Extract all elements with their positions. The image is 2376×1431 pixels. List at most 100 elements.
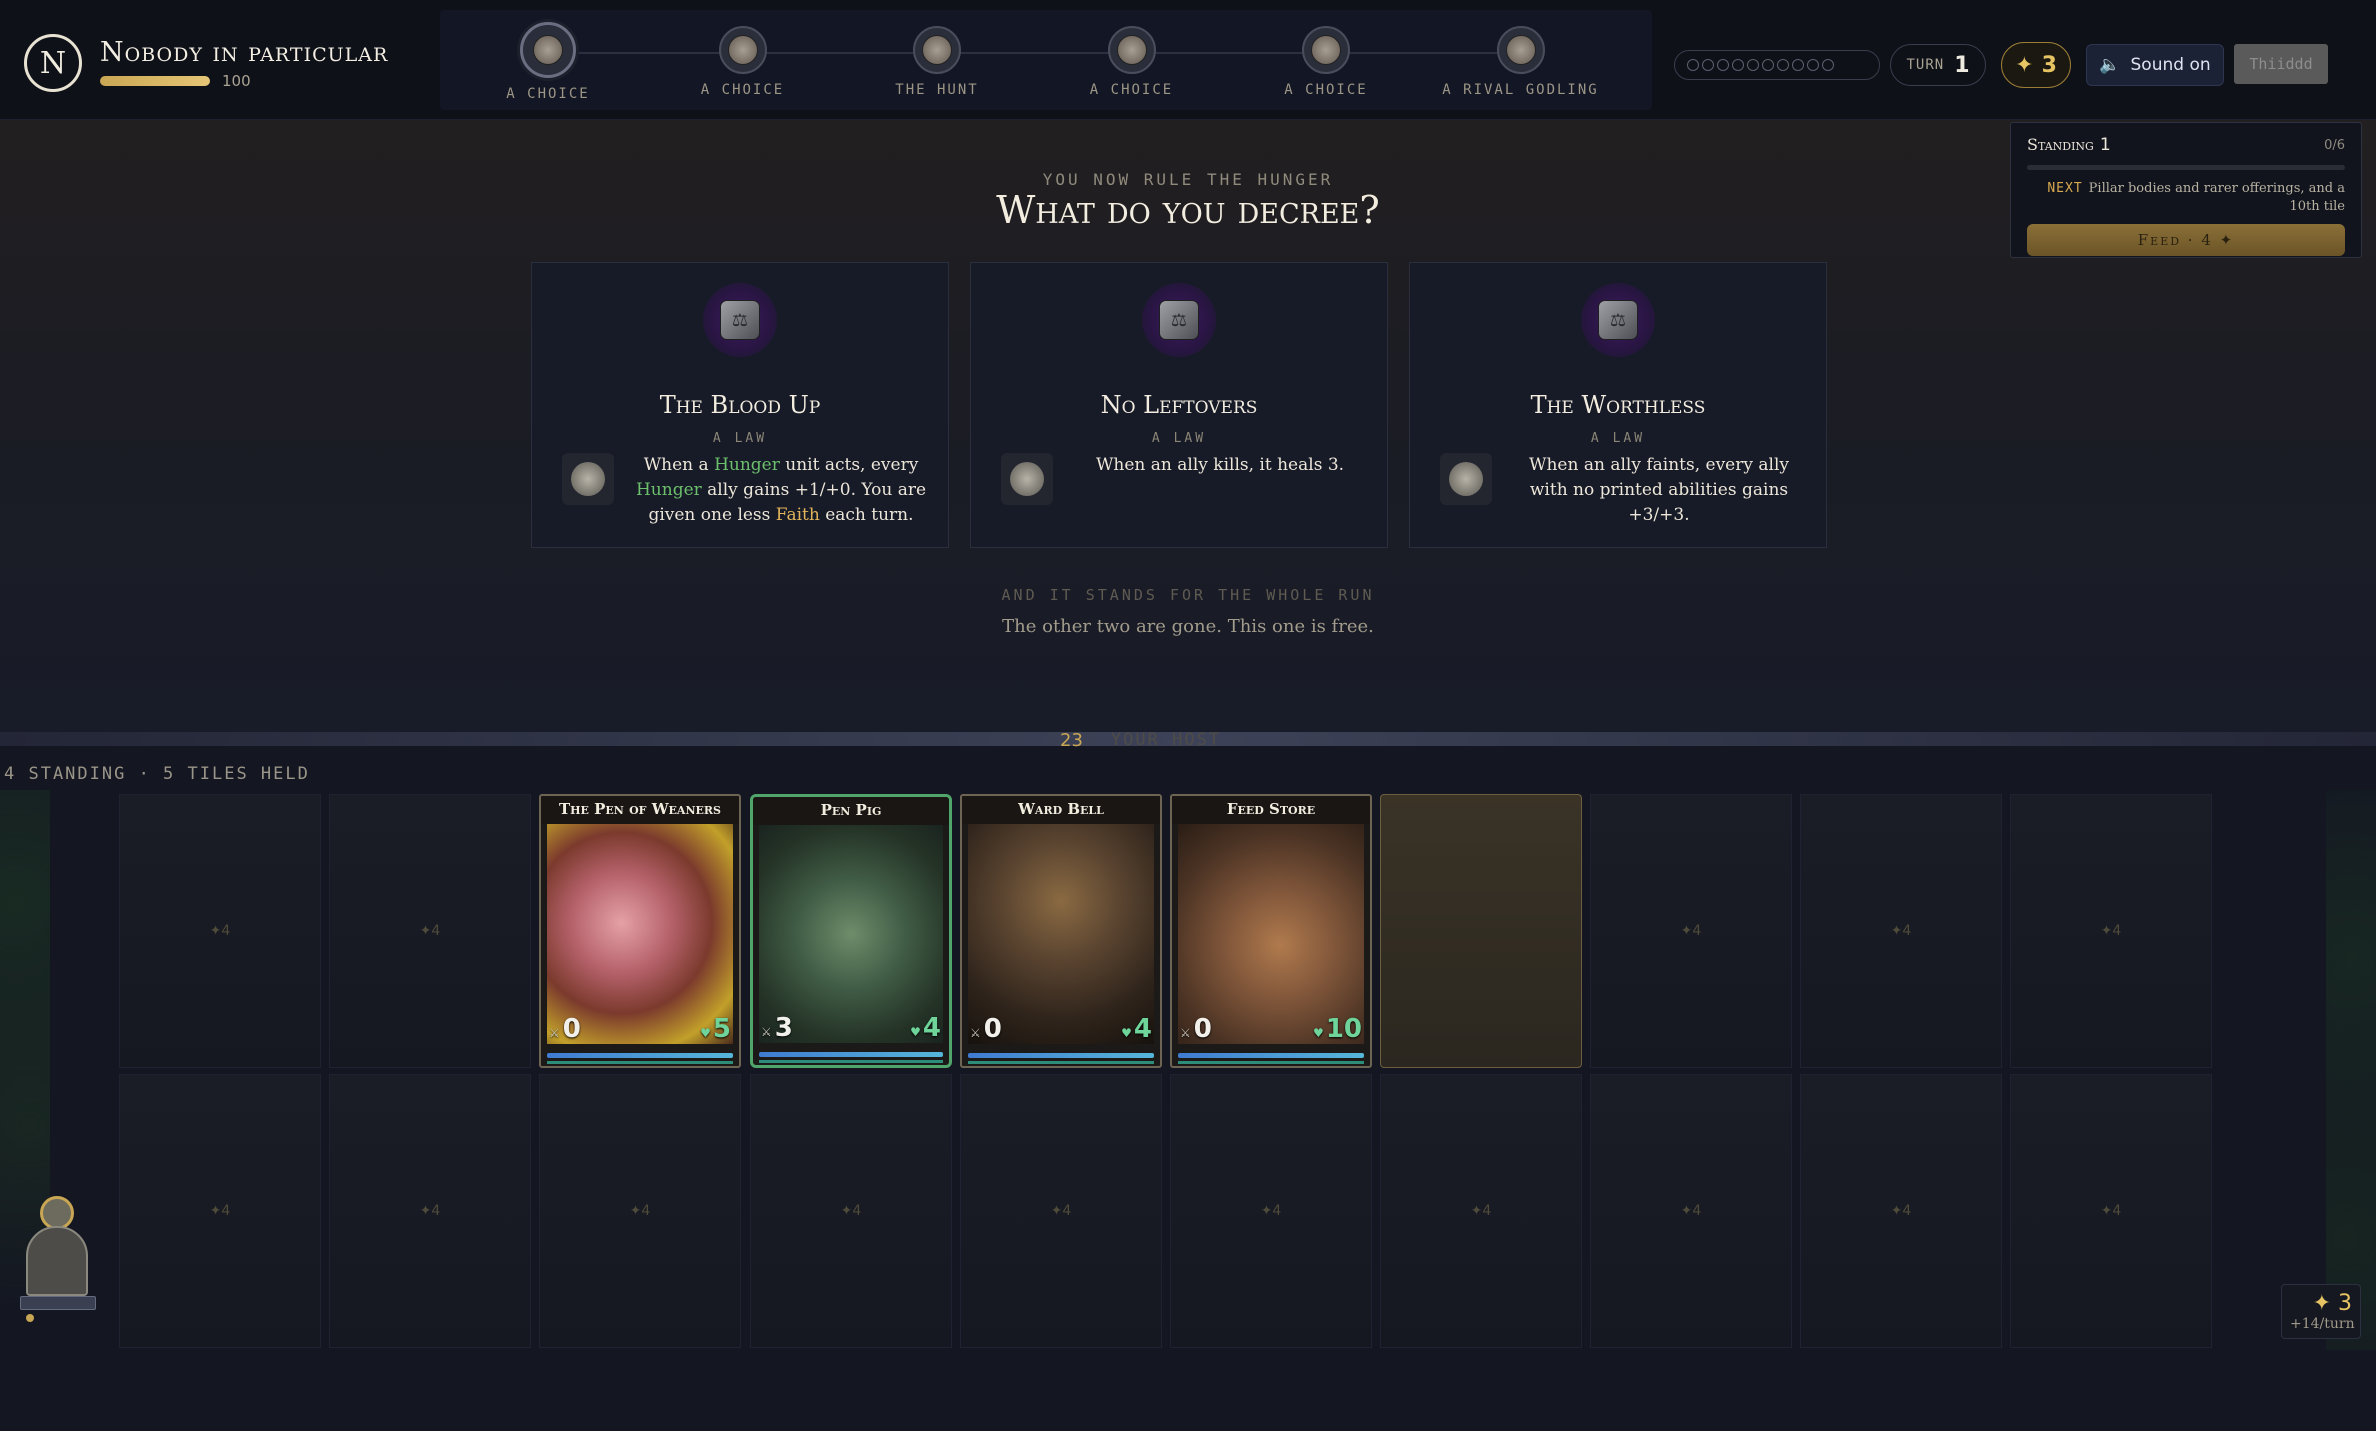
decree-footer-text: The other two are gone. This one is free… [1002, 616, 1374, 637]
empty-tile[interactable]: ✦4 [1800, 1074, 2002, 1348]
unit-health-value: 4 [922, 1013, 941, 1043]
law-body: When a Hunger unit acts, every Hunger al… [562, 453, 928, 528]
host-text: Your host [1110, 730, 1222, 750]
law-token-icon [562, 453, 614, 505]
unit-card[interactable]: The Pen of Weaners ⚔ 0 ♥5 [539, 794, 741, 1068]
host-label: 23 Your host [1060, 728, 1300, 752]
law-body: When an ally kills, it heals 3. [1001, 453, 1367, 505]
path-node[interactable]: A choice [1042, 26, 1222, 98]
unit-attack: ⚔ 0 [1180, 1014, 1212, 1044]
standing-header: Standing 1 0/6 [2027, 135, 2345, 155]
empty-tile[interactable]: ✦4 [2010, 794, 2212, 1068]
unit-health-value: 4 [1133, 1014, 1152, 1044]
standing-title: Standing 1 [2027, 135, 2111, 155]
tile-cost-label: ✦4 [840, 1203, 862, 1219]
path-node[interactable]: A choice [1236, 26, 1416, 98]
coin-slot-icon [1822, 59, 1834, 71]
unit-attack: ⚔ 3 [761, 1013, 793, 1043]
unit-card[interactable]: Feed Store ⚔ 0 ♥10 [1170, 794, 1372, 1068]
empty-tile[interactable]: ✦4 [539, 1074, 741, 1348]
host-figure-icon[interactable] [18, 1196, 98, 1322]
law-body: When an ally faints, every ally with no … [1440, 453, 1806, 528]
empty-tile[interactable]: ✦4 [329, 794, 531, 1068]
decree-title: What do you decree? [996, 188, 1380, 232]
highlighted-empty-tile[interactable] [1380, 794, 1582, 1068]
turn-value: 1 [1954, 52, 1970, 78]
tile-cost-label: ✦4 [1050, 1203, 1072, 1219]
boar-art [759, 825, 943, 1043]
law-card[interactable]: ⚖ No Leftovers A law When an ally kills, it… [970, 262, 1388, 548]
law-text-segment: each turn. [819, 505, 914, 525]
law-card[interactable]: ⚖ The Blood Up A law When a Hunger unit act… [531, 262, 949, 548]
node-glyph [1116, 35, 1147, 65]
empty-tile[interactable]: ✦4 [329, 1074, 531, 1348]
heart-icon: ♥ [700, 1026, 711, 1040]
standing-progress: 0/6 [2324, 137, 2345, 153]
law-card[interactable]: ⚖ The Worthless A law When an ally faints, … [1409, 262, 1827, 548]
unit-health: ♥4 [910, 1013, 941, 1043]
tile-cost-label: ✦4 [1890, 923, 1912, 939]
unit-attack-value: 0 [1193, 1014, 1212, 1044]
empty-tile[interactable]: ✦4 [2010, 1074, 2212, 1348]
coin-slot-icon [1792, 59, 1804, 71]
empty-tile[interactable]: ✦4 [119, 1074, 321, 1348]
unit-mana-bar [1178, 1053, 1364, 1058]
disabled-button[interactable]: Thiiddd [2234, 44, 2328, 84]
unit-energy-bar [759, 1060, 943, 1063]
path-node[interactable]: A choice [653, 26, 833, 98]
unit-attack-value: 3 [774, 1013, 793, 1043]
path-node-label: A choice [506, 86, 590, 102]
empty-tile[interactable]: ✦4 [960, 1074, 1162, 1348]
empty-tile[interactable]: ✦4 [119, 794, 321, 1068]
law-token-icon [1440, 453, 1492, 505]
unit-energy-bar [1178, 1061, 1364, 1064]
bell-art [968, 824, 1154, 1044]
income-rate: +14/turn [2290, 1316, 2355, 1332]
empty-tile[interactable]: ✦4 [1590, 1074, 1792, 1348]
unit-card[interactable]: Ward Bell ⚔ 0 ♥4 [960, 794, 1162, 1068]
decree-eyebrow: You now rule the Hunger [1042, 170, 1334, 189]
hog-art [1178, 824, 1364, 1044]
pig-feast-art [547, 824, 733, 1044]
unit-attack-value: 0 [562, 1014, 581, 1044]
player-hp-value: 100 [222, 71, 251, 90]
unit-card-name: Feed Store [1172, 796, 1370, 824]
scales-icon: ⚖ [720, 300, 760, 340]
decree-footer-eyebrow: And it stands for the whole run [1001, 586, 1375, 604]
unit-card[interactable]: Pen Pig ⚔ 3 ♥4 [750, 794, 952, 1068]
speaker-icon: 🔈 [2099, 55, 2121, 75]
sword-icon: ⚔ [549, 1026, 560, 1040]
path-node[interactable]: A rival godling [1431, 26, 1611, 98]
crossroads-icon [1107, 26, 1156, 74]
path-node[interactable]: The Hunt [847, 26, 1027, 98]
token-glyph [571, 462, 605, 496]
unit-card-name: Pen Pig [753, 797, 949, 825]
faith-value: 3 [2041, 52, 2057, 78]
income-value: ✦ 3 [2312, 1291, 2352, 1316]
path-node[interactable]: A choice [458, 22, 638, 102]
unit-card-stats: ⚔ 3 ♥4 [761, 1013, 941, 1043]
tile-cost-label: ✦4 [629, 1203, 651, 1219]
empty-tile[interactable]: ✦4 [1380, 1074, 1582, 1348]
unit-health: ♥5 [700, 1014, 731, 1044]
law-keyword: Faith [775, 505, 820, 525]
law-text-segment: When a [643, 455, 715, 475]
law-type: A law [1590, 431, 1646, 446]
rival-icon [1496, 26, 1545, 74]
unit-attack: ⚔ 0 [549, 1014, 581, 1044]
unit-attack: ⚔ 0 [970, 1014, 1002, 1044]
faith-counter: ✦ 3 [2001, 42, 2071, 88]
unit-card-stats: ⚔ 0 ♥10 [1180, 1014, 1362, 1044]
tile-cost-label: ✦4 [419, 1203, 441, 1219]
tile-cost-label: ✦4 [209, 1203, 231, 1219]
player-avatar[interactable]: N [24, 34, 82, 92]
law-emblem-icon: ⚖ [1581, 283, 1655, 357]
sound-toggle-button[interactable]: 🔈 Sound on [2086, 44, 2224, 86]
empty-tile[interactable]: ✦4 [1590, 794, 1792, 1068]
path-node-label: The Hunt [895, 82, 979, 98]
empty-tile[interactable]: ✦4 [750, 1074, 952, 1348]
vine-decoration-right [2326, 790, 2376, 1350]
empty-tile[interactable]: ✦4 [1800, 794, 2002, 1068]
coin-slot-icon [1702, 59, 1714, 71]
empty-tile[interactable]: ✦4 [1170, 1074, 1372, 1348]
